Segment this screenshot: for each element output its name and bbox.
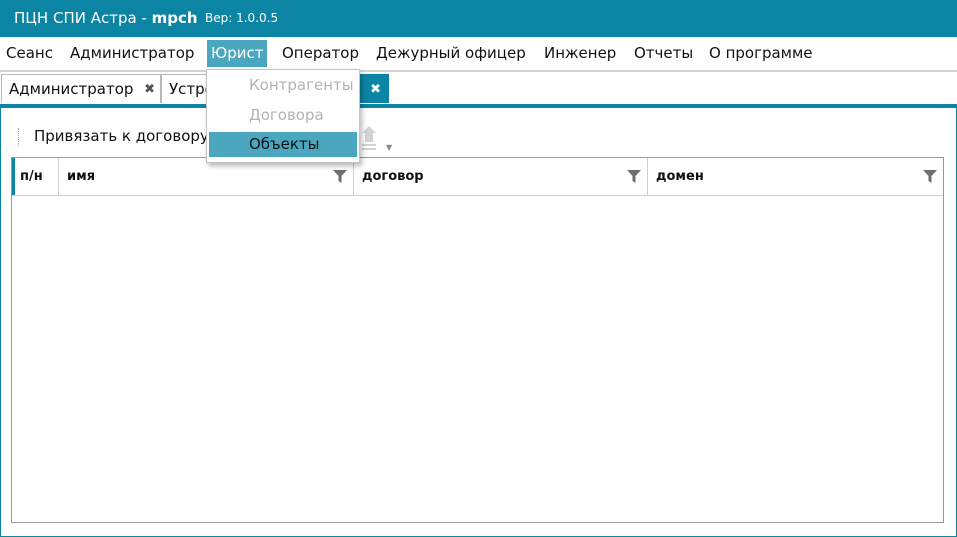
column-header-label: п/н <box>20 169 43 184</box>
upload-icon[interactable] <box>360 123 378 151</box>
close-icon[interactable]: ✖ <box>370 75 381 104</box>
close-icon[interactable]: ✖ <box>144 75 155 104</box>
menu-bar: Сеанс Администратор Юрист Оператор Дежур… <box>0 37 957 72</box>
filter-icon[interactable] <box>333 170 347 183</box>
version-label: Вер: 1.0.0.5 <box>205 11 279 25</box>
column-header-number[interactable]: п/н <box>12 158 59 195</box>
column-header-name[interactable]: имя <box>59 158 354 195</box>
menu-session[interactable]: Сеанс <box>2 40 57 67</box>
tab-administrator[interactable]: Администратор ✖ <box>1 74 161 103</box>
menu-duty-officer[interactable]: Дежурный офицер <box>372 40 530 67</box>
menu-item-objects[interactable]: Объекты <box>209 132 357 157</box>
column-header-label: договор <box>362 169 424 184</box>
menu-about[interactable]: О программе <box>705 40 817 67</box>
tab-label: Администратор <box>9 80 134 98</box>
tab-devices[interactable]: Устро <box>161 74 214 103</box>
menu-item-counterparties: Контрагенты <box>249 76 354 94</box>
objects-grid: п/н имя договор домен <box>11 157 944 523</box>
toolbar-overflow-icon[interactable]: ▼ <box>386 143 392 152</box>
grid-header: п/н имя договор домен <box>12 158 943 196</box>
title-bar: ПЦН СПИ Астра - mpch Вер: 1.0.0.5 <box>0 0 957 37</box>
column-header-label: домен <box>656 169 704 184</box>
column-header-contract[interactable]: договор <box>354 158 648 195</box>
bind-to-contract-button[interactable]: Привязать к договору <box>34 127 209 145</box>
toolbar-grip[interactable] <box>18 128 20 146</box>
tab-strip: Администратор ✖ Устро ✖ <box>0 71 957 105</box>
user-name: mpch <box>151 9 198 27</box>
menu-engineer[interactable]: Инженер <box>540 40 620 67</box>
menu-item-contracts: Договора <box>249 106 324 124</box>
column-header-label: имя <box>67 169 96 184</box>
menu-lawyer[interactable]: Юрист <box>207 40 268 67</box>
filter-icon[interactable] <box>923 170 937 183</box>
menu-administrator[interactable]: Администратор <box>66 40 198 67</box>
filter-icon[interactable] <box>627 170 641 183</box>
lawyer-dropdown-menu: Контрагенты Договора Объекты <box>206 69 360 163</box>
app-name: ПЦН СПИ Астра - <box>14 9 152 27</box>
tab-objects[interactable]: ✖ <box>359 74 389 103</box>
menu-reports[interactable]: Отчеты <box>630 40 697 67</box>
app-title: ПЦН СПИ Астра - mpch <box>14 9 198 27</box>
column-header-domain[interactable]: домен <box>648 158 943 195</box>
menu-operator[interactable]: Оператор <box>278 40 363 67</box>
